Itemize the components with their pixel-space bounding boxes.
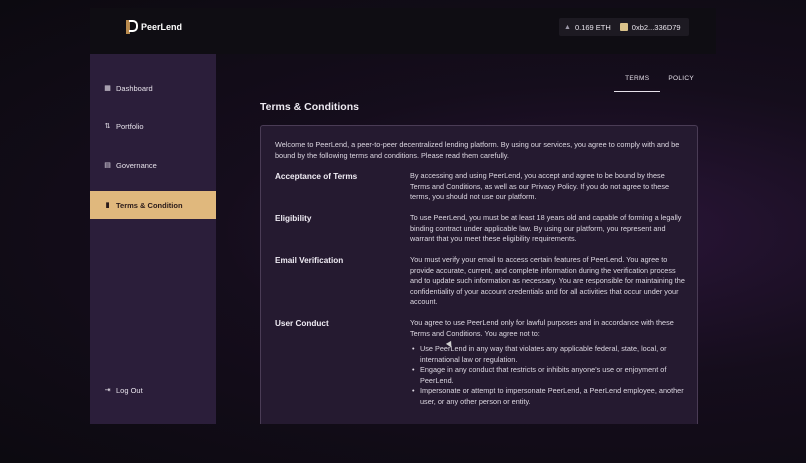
main-content: TERMS POLICY Terms & Conditions Welcome …	[216, 54, 716, 424]
section-body: You must verify your email to access cer…	[410, 255, 685, 306]
section-body: To use PeerLend, you must be at least 18…	[410, 213, 682, 243]
grid-icon: ▦	[104, 85, 111, 92]
sidebar-item-terms[interactable]: ▮ Terms & Condition	[90, 191, 216, 219]
wallet-badge[interactable]: ▲ 0.169 ETH 0xb2...336D79	[559, 18, 689, 36]
section-body: By accessing and using PeerLend, you acc…	[410, 171, 670, 201]
section-body-user-conduct: You agree to use PeerLend only for lawfu…	[410, 318, 685, 407]
sidebar-item-label: Dashboard	[116, 83, 153, 93]
brand-logo[interactable]: PeerLend	[126, 20, 182, 34]
logout-label: Log Out	[116, 385, 143, 395]
section-title: Acceptance of Terms	[275, 172, 358, 181]
brand-name: PeerLend	[141, 22, 183, 32]
section-body: You agree to use PeerLend only for lawfu…	[410, 318, 674, 338]
sidebar-item-dashboard[interactable]: ▦ Dashboard	[90, 74, 216, 102]
page-title: Terms & Conditions	[260, 101, 359, 113]
sidebar-item-label: Terms & Condition	[116, 200, 183, 210]
transfer-icon: ⇅	[104, 123, 111, 130]
wallet-address: 0xb2...336D79	[631, 22, 681, 32]
logout-icon: ⇥	[104, 387, 111, 394]
tab-policy[interactable]: POLICY	[660, 72, 702, 92]
peerlend-logo-icon	[126, 20, 138, 34]
intro-text: Welcome to PeerLend, a peer-to-peer dece…	[275, 140, 680, 160]
ethereum-icon: ▲	[564, 23, 571, 31]
sidebar-item-label: Portfolio	[116, 121, 144, 131]
terms-card: Welcome to PeerLend, a peer-to-peer dece…	[260, 125, 698, 424]
building-icon: ▤	[104, 162, 111, 169]
tab-terms[interactable]: TERMS	[614, 72, 661, 92]
sidebar: ▦ Dashboard ⇅ Portfolio ▤ Governance ▮ T…	[90, 54, 216, 424]
section-title: Email Verification	[275, 256, 344, 265]
logout-button[interactable]: ⇥ Log Out	[90, 376, 216, 404]
list-item: Impersonate or attempt to impersonate Pe…	[410, 386, 685, 407]
sidebar-item-label: Governance	[116, 160, 157, 170]
bullet-list: Use PeerLend in any way that violates an…	[410, 344, 685, 407]
eth-balance: 0.169 ETH	[574, 22, 611, 32]
section-title: User Conduct	[275, 319, 329, 328]
document-icon: ▮	[105, 202, 110, 209]
section-title: Eligibility	[275, 214, 312, 223]
tab-bar: TERMS POLICY	[614, 72, 702, 92]
top-bar: PeerLend ▲ 0.169 ETH 0xb2...336D79	[90, 8, 716, 54]
list-item: Engage in any conduct that restricts or …	[410, 365, 685, 386]
sidebar-item-governance[interactable]: ▤ Governance	[90, 151, 216, 179]
wallet-icon	[619, 23, 628, 31]
sidebar-item-portfolio[interactable]: ⇅ Portfolio	[90, 112, 216, 140]
